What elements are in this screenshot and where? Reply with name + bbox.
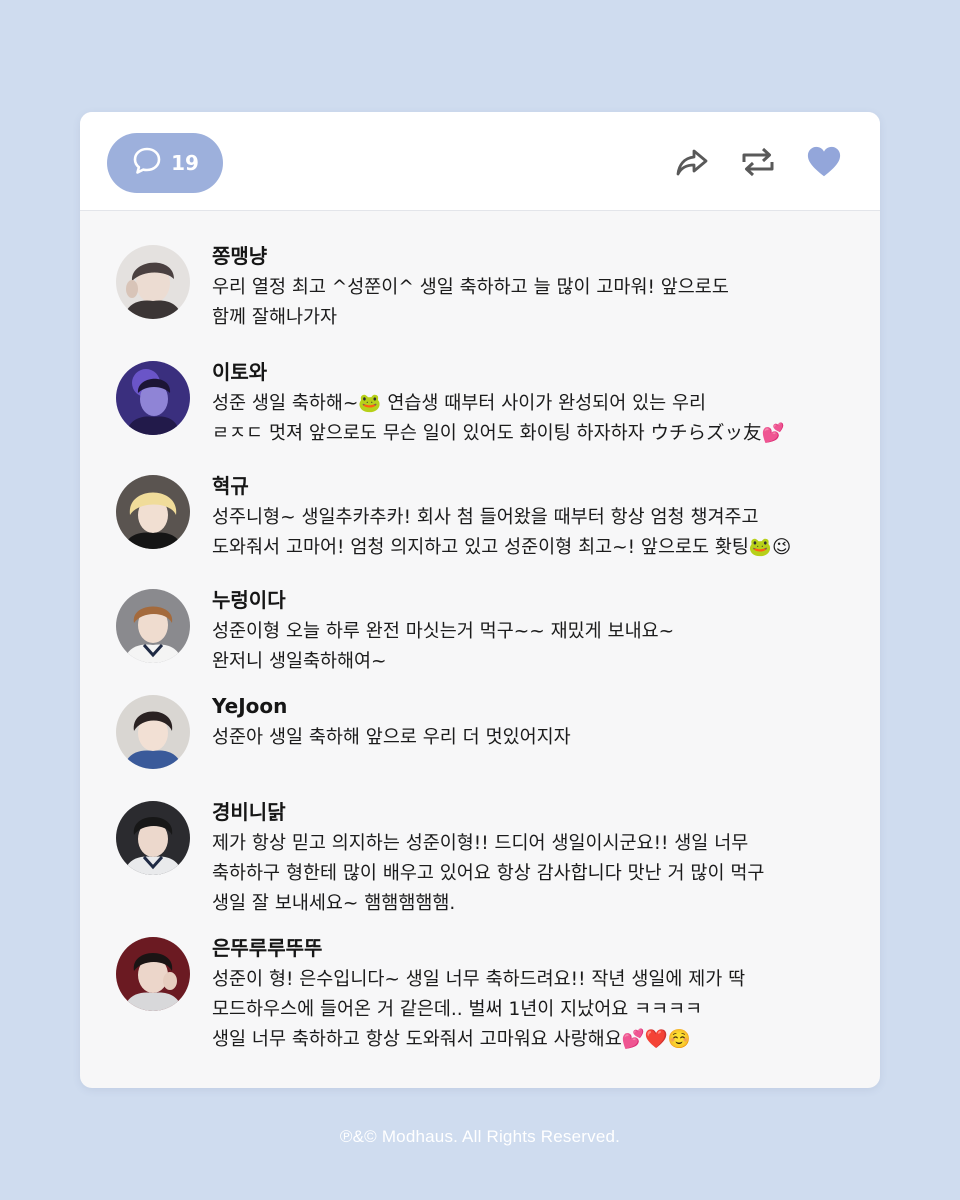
- speech-bubble-icon: [131, 145, 163, 181]
- comment-author: 누렁이다: [212, 588, 286, 612]
- avatar[interactable]: [116, 361, 190, 435]
- comment-text: 제가 항상 믿고 의지하는 성준이형!! 드디어 생일이시군요!! 생일 너무 …: [212, 833, 765, 914]
- comment-count: 19: [171, 151, 199, 175]
- avatar[interactable]: [116, 695, 190, 769]
- avatar[interactable]: [116, 245, 190, 319]
- comment-author: 쫑맹냥: [212, 244, 268, 268]
- card-header: 19: [80, 112, 880, 211]
- avatar[interactable]: [116, 801, 190, 875]
- heart-icon[interactable]: [806, 144, 842, 180]
- comment-author: 이토와: [212, 360, 268, 384]
- comment-text: 성준이형 오늘 하루 완전 마싯는거 먹구~~ 재밌게 보내요~ 완저니 생일축…: [212, 621, 675, 672]
- comment-author: YeJoon: [212, 694, 288, 718]
- copyright-footer: ℗&© Modhaus. All Rights Reserved.: [339, 1127, 621, 1146]
- comment-count-button[interactable]: 19: [107, 133, 223, 193]
- comment-text: 성준아 생일 축하해 앞으로 우리 더 멋있어지자: [212, 727, 571, 748]
- repeat-icon[interactable]: [740, 144, 776, 180]
- share-arrow-icon[interactable]: [674, 144, 710, 180]
- comment-text: 우리 열정 최고 ^성쭌이^ 생일 축하하고 늘 많이 고마워! 앞으로도 함께…: [212, 277, 729, 328]
- comment-author: 경비니닭: [212, 800, 286, 824]
- avatar[interactable]: [116, 475, 190, 549]
- avatar[interactable]: [116, 937, 190, 1011]
- avatar[interactable]: [116, 589, 190, 663]
- comment-text: 성주니형~ 생일추카추카! 회사 첨 들어왔을 때부터 항상 엄청 챙겨주고 도…: [212, 507, 792, 558]
- comment-author: 은뚜루루뚜뚜: [212, 936, 323, 960]
- comment-text: 성준이 형! 은수입니다~ 생일 너무 축하드려요!! 작년 생일에 제가 딱 …: [212, 969, 746, 1050]
- comment-card: 19 쫑맹냥 우리 열정 최고 ^성쭌이^ 생일 축하하고 늘 많이 고마워! …: [80, 112, 880, 1088]
- comment-text: 성준 생일 축하해~🐸 연습생 때부터 사이가 완성되어 있는 우리 ㄹㅈㄷ 멋…: [212, 393, 785, 444]
- comment-author: 혁규: [212, 474, 249, 498]
